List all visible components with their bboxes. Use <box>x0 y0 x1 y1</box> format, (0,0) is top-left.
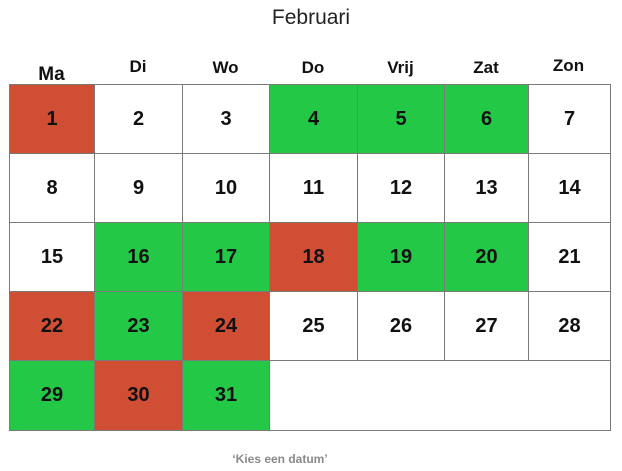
weekday-ma: Ma <box>38 64 65 85</box>
month-title: Februari <box>271 6 351 29</box>
day-cell-15[interactable]: 15 <box>10 223 95 292</box>
day-cell-8[interactable]: 8 <box>10 154 95 223</box>
day-cell-9[interactable]: 9 <box>95 154 183 223</box>
calendar-grid: 1 2 3 4 5 6 7 8 9 10 11 12 13 14 15 16 17 18 19 20 21 22 23 24 2… <box>9 84 611 431</box>
weekday-zon: Zon <box>552 56 585 75</box>
day-cell-30[interactable]: 30 <box>95 361 183 430</box>
day-cell-2[interactable]: 2 <box>95 85 183 154</box>
weekday-wo: Wo <box>212 58 239 77</box>
day-cell-7[interactable]: 7 <box>529 85 610 154</box>
day-cell-20[interactable]: 20 <box>445 223 529 292</box>
day-cell-26[interactable]: 26 <box>358 292 445 361</box>
day-cell-3[interactable]: 3 <box>183 85 270 154</box>
day-cell-11[interactable]: 11 <box>270 154 358 223</box>
weekday-di: Di <box>129 57 147 76</box>
day-cell-12[interactable]: 12 <box>358 154 445 223</box>
day-cell-23[interactable]: 23 <box>95 292 183 361</box>
day-cell-14[interactable]: 14 <box>529 154 610 223</box>
day-cell-24[interactable]: 24 <box>183 292 270 361</box>
day-cell-31[interactable]: 31 <box>183 361 270 430</box>
day-cell-10[interactable]: 10 <box>183 154 270 223</box>
hint-text: ‘Kies een datum’ <box>232 452 328 466</box>
day-cell-27[interactable]: 27 <box>445 292 529 361</box>
day-cell-18[interactable]: 18 <box>270 223 358 292</box>
day-cell-1[interactable]: 1 <box>10 85 95 154</box>
day-cell-16[interactable]: 16 <box>95 223 183 292</box>
day-cell-5[interactable]: 5 <box>358 85 445 154</box>
weekday-vrij: Vrij <box>387 58 414 77</box>
day-cell-6[interactable]: 6 <box>445 85 529 154</box>
day-cell-21[interactable]: 21 <box>529 223 610 292</box>
day-cell-28[interactable]: 28 <box>529 292 610 361</box>
day-cell-4[interactable]: 4 <box>270 85 358 154</box>
weekday-zat: Zat <box>473 58 499 77</box>
weekday-do: Do <box>301 58 325 77</box>
day-cell-22[interactable]: 22 <box>10 292 95 361</box>
day-cell-13[interactable]: 13 <box>445 154 529 223</box>
day-cell-19[interactable]: 19 <box>358 223 445 292</box>
day-cell-29[interactable]: 29 <box>10 361 95 430</box>
day-cell-17[interactable]: 17 <box>183 223 270 292</box>
day-cell-25[interactable]: 25 <box>270 292 358 361</box>
